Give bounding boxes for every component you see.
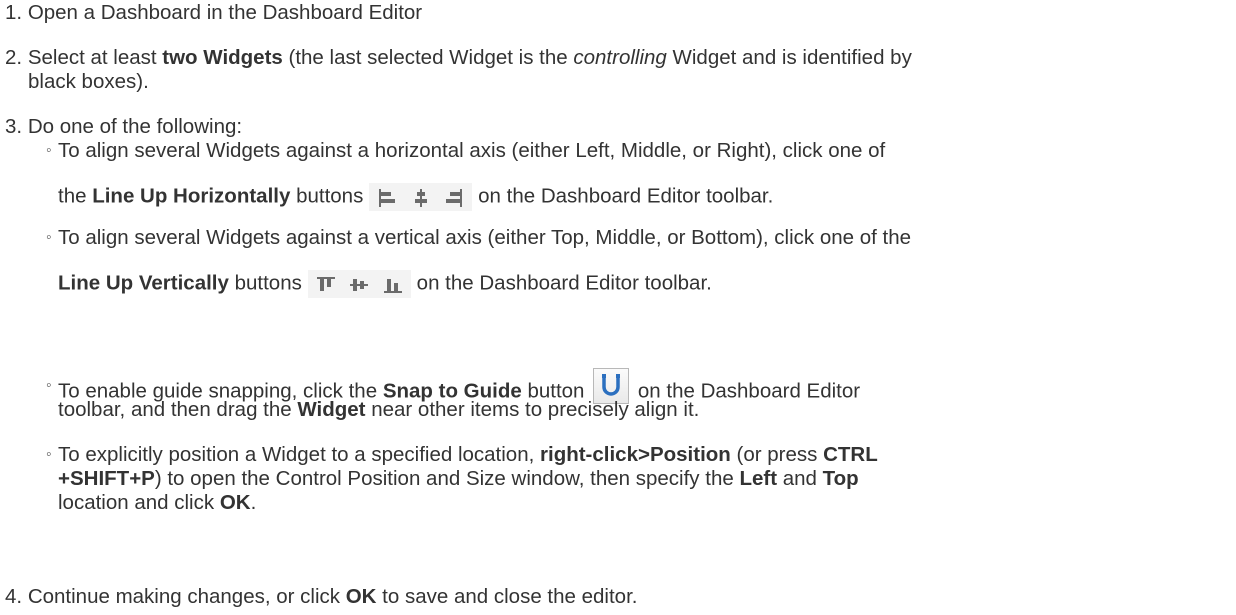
- align-top-icon[interactable]: [315, 274, 337, 296]
- bullet-text: location and click: [58, 491, 220, 514]
- bullet-text: the: [58, 184, 93, 208]
- bullet-text: .: [250, 491, 257, 514]
- bullet-text: buttons: [228, 271, 302, 295]
- step-3: 3. Do one of the following:: [5, 115, 242, 139]
- bullet-4-line-1: To explicitly position a Widget to a spe…: [58, 443, 878, 467]
- step-number: 3.: [5, 115, 23, 138]
- bullet-4-line-2: +SHIFT+P) to open the Control Position a…: [58, 467, 859, 491]
- step-number: 2.: [5, 46, 23, 69]
- align-center-icon[interactable]: [410, 187, 432, 209]
- bullet-text-bold: Top: [822, 467, 859, 490]
- bullet-text: To align several Widgets against a horiz…: [58, 139, 886, 162]
- bullet-text: near other items to precisely align it.: [365, 398, 700, 421]
- bullet-text: ) to open the Control Position and Size …: [154, 467, 740, 490]
- align-right-icon[interactable]: [443, 187, 465, 209]
- align-middle-icon[interactable]: [348, 274, 370, 296]
- horizontal-align-buttons: [369, 183, 473, 211]
- step-text-bold: OK: [345, 585, 377, 608]
- step-text: Widget and is identified by: [666, 46, 912, 69]
- step-text-italic: controlling: [573, 46, 667, 69]
- step-2: 2. Select at least two Widgets (the last…: [5, 46, 912, 70]
- bullet-4-line-3: location and click OK.: [58, 491, 256, 515]
- vertical-align-buttons: [307, 270, 411, 298]
- bullet-2-line-2: Line Up Vertically buttons on the Dashbo…: [58, 270, 712, 298]
- bullet-marker: ◦: [46, 377, 52, 394]
- step-4: 4. Continue making changes, or click OK …: [5, 585, 637, 609]
- bullet-marker: ◦: [46, 142, 52, 159]
- step-text-bold: two Widgets: [162, 46, 283, 69]
- step-text: (the last selected Widget is the: [282, 46, 574, 69]
- step-text: to save and close the editor.: [376, 585, 638, 608]
- step-1: 1. Open a Dashboard in the Dashboard Edi…: [5, 1, 422, 25]
- bullet-text: (or press: [730, 443, 824, 466]
- step-text: Continue making changes, or click: [27, 585, 346, 608]
- step-text: Select at least: [27, 46, 163, 69]
- bullet-1-line-1: To align several Widgets against a horiz…: [58, 139, 885, 163]
- bullet-text-bold: Line Up Vertically: [58, 271, 229, 295]
- step-2-continued: black boxes).: [28, 70, 149, 94]
- bullet-3-line-2: toolbar, and then drag the Widget near o…: [58, 398, 699, 422]
- bullet-1-line-2: the Line Up Horizontally buttons on the …: [58, 183, 773, 211]
- bullet-text: on the Dashboard Editor toolbar.: [416, 271, 712, 295]
- bullet-text: and: [777, 467, 823, 490]
- bullet-text-bold: Line Up Horizontally: [92, 184, 291, 208]
- bullet-text-bold: right-click>Position: [540, 443, 731, 466]
- bullet-text: buttons: [290, 184, 364, 208]
- step-text: Do one of the following:: [27, 115, 243, 138]
- step-text: Open a Dashboard in the Dashboard Editor: [27, 1, 423, 24]
- bullet-text-bold: Widget: [297, 398, 366, 421]
- bullet-text: on the Dashboard Editor toolbar.: [478, 184, 774, 208]
- bullet-text-bold: Left: [739, 467, 778, 490]
- bullet-text-bold: +SHIFT+P: [58, 467, 155, 490]
- bullet-text: toolbar, and then drag the: [58, 398, 298, 421]
- step-text: black boxes).: [28, 70, 149, 93]
- step-number: 4.: [5, 585, 23, 608]
- bullet-text-bold: OK: [219, 491, 251, 514]
- align-bottom-icon[interactable]: [382, 274, 404, 296]
- bullet-marker: ◦: [46, 229, 52, 246]
- align-left-icon[interactable]: [376, 187, 398, 209]
- bullet-text: To explicitly position a Widget to a spe…: [58, 443, 541, 466]
- bullet-text: To align several Widgets against a verti…: [58, 226, 912, 249]
- bullet-2-line-1: To align several Widgets against a verti…: [58, 226, 911, 250]
- bullet-text-bold: CTRL: [823, 443, 878, 466]
- step-number: 1.: [5, 1, 23, 24]
- bullet-marker: ◦: [46, 446, 52, 463]
